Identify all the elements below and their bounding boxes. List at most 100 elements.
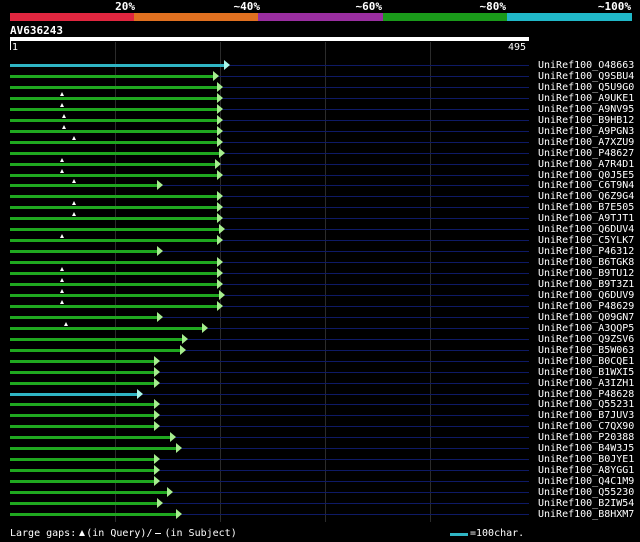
alignment-bar[interactable] bbox=[10, 305, 220, 308]
hit-row[interactable]: UniRef100_Q6Z9G4 bbox=[0, 191, 640, 202]
hit-row[interactable]: UniRef100_Q9SBU4 bbox=[0, 71, 640, 82]
hit-name-link[interactable]: UniRef100_C5YLK7 bbox=[538, 235, 634, 246]
hit-row[interactable]: UniRef100_P48629 bbox=[0, 300, 640, 312]
hit-name-link[interactable]: UniRef100_A7XZU9 bbox=[538, 137, 634, 148]
hit-row[interactable]: UniRef100_A7XZU9 bbox=[0, 136, 640, 148]
hit-name-link[interactable]: UniRef100_A8YGG1 bbox=[538, 465, 634, 476]
hit-name-link[interactable]: UniRef100_B4W3J5 bbox=[538, 443, 634, 454]
alignment-bar[interactable] bbox=[10, 206, 220, 209]
alignment-bar[interactable] bbox=[10, 75, 216, 78]
hit-name-link[interactable]: UniRef100_C7QX90 bbox=[538, 421, 634, 432]
hit-name-link[interactable]: UniRef100_B2IW54 bbox=[538, 498, 634, 509]
hit-name-link[interactable]: UniRef100_A9UKE1 bbox=[538, 93, 634, 104]
alignment-bar[interactable] bbox=[10, 436, 173, 439]
hit-row[interactable]: UniRef100_C5YLK7 bbox=[0, 234, 640, 246]
alignment-bar[interactable] bbox=[10, 491, 170, 494]
hit-row[interactable]: UniRef100_B1WXI5 bbox=[0, 367, 640, 378]
alignment-bar[interactable] bbox=[10, 272, 220, 275]
hit-name-link[interactable]: UniRef100_Q09GN7 bbox=[538, 312, 634, 323]
alignment-bar[interactable] bbox=[10, 228, 222, 231]
alignment-bar[interactable] bbox=[10, 108, 220, 111]
alignment-bar[interactable] bbox=[10, 86, 220, 89]
hit-row[interactable]: UniRef100_Q6DUV9 bbox=[0, 289, 640, 301]
alignment-bar[interactable] bbox=[10, 349, 183, 352]
hit-row[interactable]: UniRef100_B0CQE1 bbox=[0, 356, 640, 367]
hit-name-link[interactable]: UniRef100_B9T3Z1 bbox=[538, 279, 634, 290]
hit-name-link[interactable]: UniRef100_A9PGN3 bbox=[538, 126, 634, 137]
alignment-bar[interactable] bbox=[10, 217, 220, 220]
hit-name-link[interactable]: UniRef100_A3QQP5 bbox=[538, 323, 634, 334]
hit-name-link[interactable]: UniRef100_Q9SBU4 bbox=[538, 71, 634, 82]
alignment-bar[interactable] bbox=[10, 469, 157, 472]
hit-name-link[interactable]: UniRef100_P48627 bbox=[538, 148, 634, 159]
alignment-bar[interactable] bbox=[10, 119, 220, 122]
alignment-bar[interactable] bbox=[10, 130, 220, 133]
alignment-bar[interactable] bbox=[10, 250, 160, 253]
hit-row[interactable]: UniRef100_B7JUV3 bbox=[0, 410, 640, 421]
hit-row[interactable]: UniRef100_B4W3J5 bbox=[0, 443, 640, 454]
hit-row[interactable]: UniRef100_B7E505 bbox=[0, 201, 640, 213]
hit-name-link[interactable]: UniRef100_P20388 bbox=[538, 432, 634, 443]
alignment-bar[interactable] bbox=[10, 513, 179, 516]
hit-name-link[interactable]: UniRef100_B7E505 bbox=[538, 202, 634, 213]
hit-row[interactable]: UniRef100_B9T3Z1 bbox=[0, 278, 640, 290]
alignment-bar[interactable] bbox=[10, 414, 157, 417]
hit-name-link[interactable]: UniRef100_B9TU12 bbox=[538, 268, 634, 279]
hit-row[interactable]: UniRef100_Q6DUV4 bbox=[0, 224, 640, 235]
hit-name-link[interactable]: UniRef100_C6T9N4 bbox=[538, 180, 634, 191]
hit-row[interactable]: UniRef100_A9TJT1 bbox=[0, 212, 640, 224]
hit-row[interactable]: UniRef100_B9HB12 bbox=[0, 114, 640, 126]
hit-row[interactable]: UniRef100_Q09GN7 bbox=[0, 312, 640, 323]
hit-row[interactable]: UniRef100_Q9ZSV6 bbox=[0, 334, 640, 345]
hit-name-link[interactable]: UniRef100_A9TJT1 bbox=[538, 213, 634, 224]
hit-name-link[interactable]: UniRef100_B5W063 bbox=[538, 345, 634, 356]
alignment-bar[interactable] bbox=[10, 360, 157, 363]
alignment-bar[interactable] bbox=[10, 195, 220, 198]
alignment-bar[interactable] bbox=[10, 338, 185, 341]
alignment-bar[interactable] bbox=[10, 371, 157, 374]
hit-row[interactable]: UniRef100_A3QQP5 bbox=[0, 322, 640, 334]
hit-name-link[interactable]: UniRef100_A7R4D1 bbox=[538, 159, 634, 170]
hit-row[interactable]: UniRef100_Q55230 bbox=[0, 487, 640, 498]
alignment-bar[interactable] bbox=[10, 163, 218, 166]
hit-row[interactable]: UniRef100_A8YGG1 bbox=[0, 465, 640, 476]
hit-row[interactable]: UniRef100_C6T9N4 bbox=[0, 179, 640, 191]
hit-name-link[interactable]: UniRef100_B6TGK8 bbox=[538, 257, 634, 268]
hit-row[interactable]: UniRef100_A3IZH1 bbox=[0, 378, 640, 389]
hit-row[interactable]: UniRef100_Q55231 bbox=[0, 399, 640, 410]
alignment-bar[interactable] bbox=[10, 174, 220, 177]
hit-name-link[interactable]: UniRef100_B0CQE1 bbox=[538, 356, 634, 367]
alignment-bar[interactable] bbox=[10, 261, 220, 264]
hit-row[interactable]: UniRef100_A7R4D1 bbox=[0, 158, 640, 170]
alignment-bar[interactable] bbox=[10, 97, 220, 100]
hit-row[interactable]: UniRef100_B5W063 bbox=[0, 345, 640, 356]
hit-name-link[interactable]: UniRef100_Q55231 bbox=[538, 399, 634, 410]
hit-row[interactable]: UniRef100_Q5U9G0 bbox=[0, 82, 640, 93]
alignment-bar[interactable] bbox=[10, 327, 205, 330]
hit-name-link[interactable]: UniRef100_B8HXM7 bbox=[538, 509, 634, 520]
hit-name-link[interactable]: UniRef100_B1WXI5 bbox=[538, 367, 634, 378]
alignment-bar[interactable] bbox=[10, 184, 160, 187]
hit-row[interactable]: UniRef100_P20388 bbox=[0, 432, 640, 443]
hit-row[interactable]: UniRef100_B6TGK8 bbox=[0, 257, 640, 268]
alignment-bar[interactable] bbox=[10, 239, 220, 242]
hit-row[interactable]: UniRef100_B8HXM7 bbox=[0, 509, 640, 520]
alignment-bar[interactable] bbox=[10, 141, 220, 144]
hit-name-link[interactable]: UniRef100_Q9ZSV6 bbox=[538, 334, 634, 345]
alignment-bar[interactable] bbox=[10, 382, 157, 385]
hit-name-link[interactable]: UniRef100_Q6DUV9 bbox=[538, 290, 634, 301]
hit-name-link[interactable]: UniRef100_Q6Z9G4 bbox=[538, 191, 634, 202]
hit-name-link[interactable]: UniRef100_P46312 bbox=[538, 246, 634, 257]
hit-name-link[interactable]: UniRef100_P48629 bbox=[538, 301, 634, 312]
hit-name-link[interactable]: UniRef100_Q6DUV4 bbox=[538, 224, 634, 235]
hit-name-link[interactable]: UniRef100_Q4C1M9 bbox=[538, 476, 634, 487]
alignment-bar[interactable] bbox=[10, 425, 157, 428]
alignment-bar[interactable] bbox=[10, 316, 160, 319]
alignment-bar[interactable] bbox=[10, 502, 160, 505]
hit-row[interactable]: UniRef100_Q4C1M9 bbox=[0, 476, 640, 487]
hit-name-link[interactable]: UniRef100_O48663 bbox=[538, 60, 634, 71]
hit-name-link[interactable]: UniRef100_Q55230 bbox=[538, 487, 634, 498]
hit-row[interactable]: UniRef100_A9NV95 bbox=[0, 103, 640, 115]
alignment-bar[interactable] bbox=[10, 393, 140, 396]
hit-row[interactable]: UniRef100_A9UKE1 bbox=[0, 92, 640, 104]
